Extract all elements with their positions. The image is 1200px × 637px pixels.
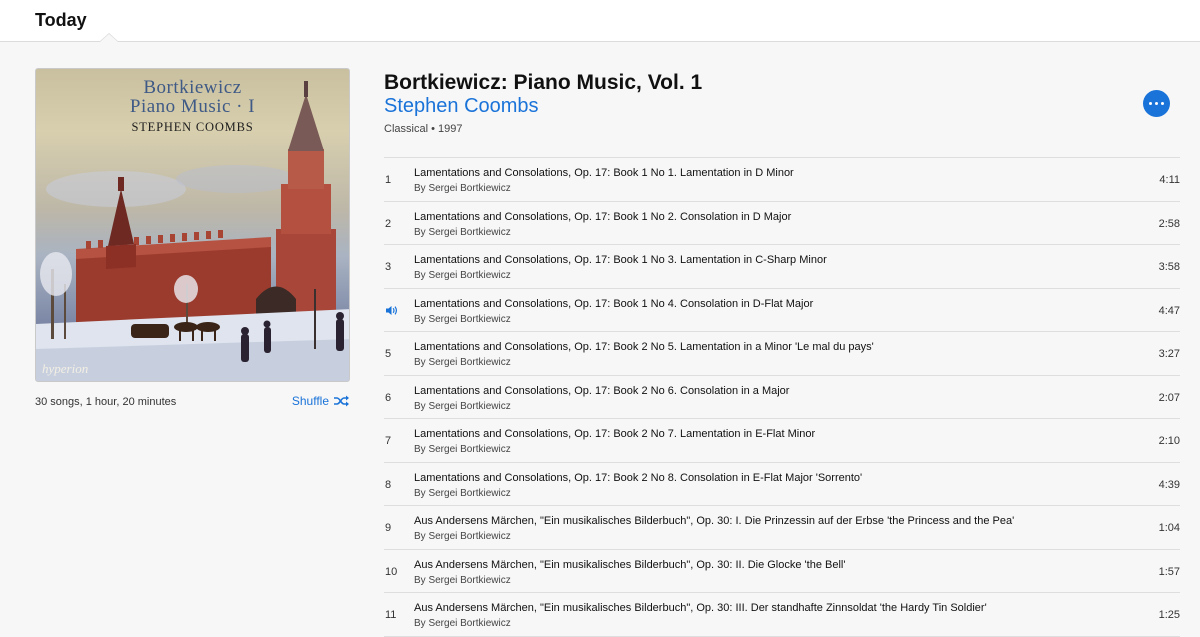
track-number: 3 bbox=[385, 261, 392, 273]
tab-indicator bbox=[100, 34, 118, 42]
track-duration: 1:04 bbox=[1158, 522, 1180, 534]
track-row[interactable]: 5 Lamentations and Consolations, Op. 17: … bbox=[384, 332, 1180, 376]
album-artist-link[interactable]: Stephen Coombs bbox=[384, 95, 539, 118]
album-title: Bortkiewicz: Piano Music, Vol. 1 bbox=[384, 71, 703, 94]
track-duration: 2:10 bbox=[1158, 435, 1180, 447]
track-number: 10 bbox=[385, 565, 398, 578]
track-composer: By Sergei Bortkiewicz bbox=[414, 574, 511, 586]
shuffle-label: Shuffle bbox=[291, 394, 329, 408]
artwork-performer: STEPHEN COOMBS bbox=[131, 120, 254, 134]
track-row[interactable]: 8 Lamentations and Consolations, Op. 17: … bbox=[384, 463, 1180, 506]
more-dot-icon bbox=[1148, 101, 1153, 106]
track-duration: 2:07 bbox=[1158, 391, 1180, 404]
track-number: 7 bbox=[385, 435, 392, 447]
track-composer: By Sergei Bortkiewicz bbox=[414, 183, 511, 194]
album-summary: 30 songs, 1 hour, 20 minutes bbox=[35, 396, 177, 408]
track-title: Aus Andersens Märchen, "Ein musikalische… bbox=[414, 602, 987, 614]
track-row[interactable]: 6 Lamentations and Consolations, Op. 17: … bbox=[384, 376, 1180, 419]
page-title: Today bbox=[35, 10, 87, 30]
track-title: Lamentations and Consolations, Op. 17: B… bbox=[414, 384, 790, 397]
track-title: Aus Andersens Märchen, "Ein musikalische… bbox=[414, 515, 1015, 527]
track-composer: By Sergei Bortkiewicz bbox=[414, 400, 511, 412]
track-row[interactable]: 10 Aus Andersens Märchen, "Ein musikalisc… bbox=[384, 550, 1180, 593]
track-row[interactable]: 1 Lamentations and Consolations, Op. 17: … bbox=[384, 158, 1180, 202]
track-title: Lamentations and Consolations, Op. 17: B… bbox=[414, 167, 794, 179]
track-row[interactable]: 9 Aus Andersens Märchen, "Ein musikalisch… bbox=[384, 506, 1180, 550]
track-title: Lamentations and Consolations, Op. 17: B… bbox=[414, 210, 792, 223]
track-row[interactable]: 11 Aus Andersens Märchen, "Ein musikalisc… bbox=[384, 593, 1180, 637]
track-number: 5 bbox=[385, 348, 392, 360]
more-dot-icon bbox=[1154, 101, 1159, 106]
track-duration: 2:58 bbox=[1158, 217, 1180, 230]
track-composer: By Sergei Bortkiewicz bbox=[414, 270, 511, 281]
track-duration: 4:11 bbox=[1159, 174, 1180, 186]
track-list: 1 Lamentations and Consolations, Op. 17: … bbox=[384, 157, 1180, 637]
artwork-title-line2: Piano Music · I bbox=[129, 96, 256, 117]
now-playing-speaker-icon bbox=[386, 305, 397, 315]
album-artwork[interactable]: Bortkiewicz Piano Music · I STEPHEN COOM… bbox=[35, 68, 350, 382]
track-duration: 3:58 bbox=[1158, 261, 1180, 273]
track-composer: By Sergei Bortkiewicz bbox=[414, 313, 511, 325]
track-title: Lamentations and Consolations, Op. 17: B… bbox=[414, 297, 814, 310]
album-genre-year: Classical • 1997 bbox=[384, 123, 463, 135]
shuffle-icon bbox=[334, 395, 349, 407]
track-composer: By Sergei Bortkiewicz bbox=[414, 531, 511, 542]
track-duration: 1:57 bbox=[1158, 565, 1180, 578]
track-row[interactable]: 7 Lamentations and Consolations, Op. 17: … bbox=[384, 419, 1180, 463]
track-row[interactable]: 2 Lamentations and Consolations, Op. 17: … bbox=[384, 202, 1180, 245]
track-composer: By Sergei Bortkiewicz bbox=[414, 357, 511, 368]
hyperion-logo: hyperion bbox=[42, 361, 89, 376]
track-title: Aus Andersens Märchen, "Ein musikalische… bbox=[414, 558, 846, 571]
track-title: Lamentations and Consolations, Op. 17: B… bbox=[414, 341, 874, 353]
track-composer: By Sergei Bortkiewicz bbox=[414, 618, 511, 629]
track-composer: By Sergei Bortkiewicz bbox=[414, 226, 511, 238]
more-dot-icon bbox=[1160, 101, 1165, 106]
track-duration: 1:25 bbox=[1158, 609, 1180, 621]
track-duration: 4:47 bbox=[1158, 304, 1180, 317]
more-options-button[interactable] bbox=[1143, 90, 1170, 117]
track-number: 9 bbox=[385, 522, 392, 534]
album-summary-row: 30 songs, 1 hour, 20 minutes Shuffle bbox=[35, 394, 350, 410]
track-number: 2 bbox=[385, 217, 392, 230]
track-row[interactable]: Lamentations and Consolations, Op. 17: B… bbox=[384, 289, 1180, 332]
track-number: 8 bbox=[385, 478, 392, 491]
track-number: 1 bbox=[385, 174, 392, 186]
track-row[interactable]: 3 Lamentations and Consolations, Op. 17: … bbox=[384, 245, 1180, 289]
track-title: Lamentations and Consolations, Op. 17: B… bbox=[414, 428, 816, 440]
track-duration: 4:39 bbox=[1158, 478, 1180, 491]
track-number: 11 bbox=[385, 609, 397, 621]
track-composer: By Sergei Bortkiewicz bbox=[414, 444, 511, 455]
track-composer: By Sergei Bortkiewicz bbox=[414, 487, 511, 499]
track-number: 6 bbox=[385, 391, 392, 404]
shuffle-button[interactable]: Shuffle bbox=[292, 394, 350, 408]
top-bar: Today bbox=[0, 0, 1200, 42]
track-title: Lamentations and Consolations, Op. 17: B… bbox=[414, 471, 863, 484]
track-duration: 3:27 bbox=[1158, 348, 1180, 360]
track-title: Lamentations and Consolations, Op. 17: B… bbox=[414, 254, 827, 266]
